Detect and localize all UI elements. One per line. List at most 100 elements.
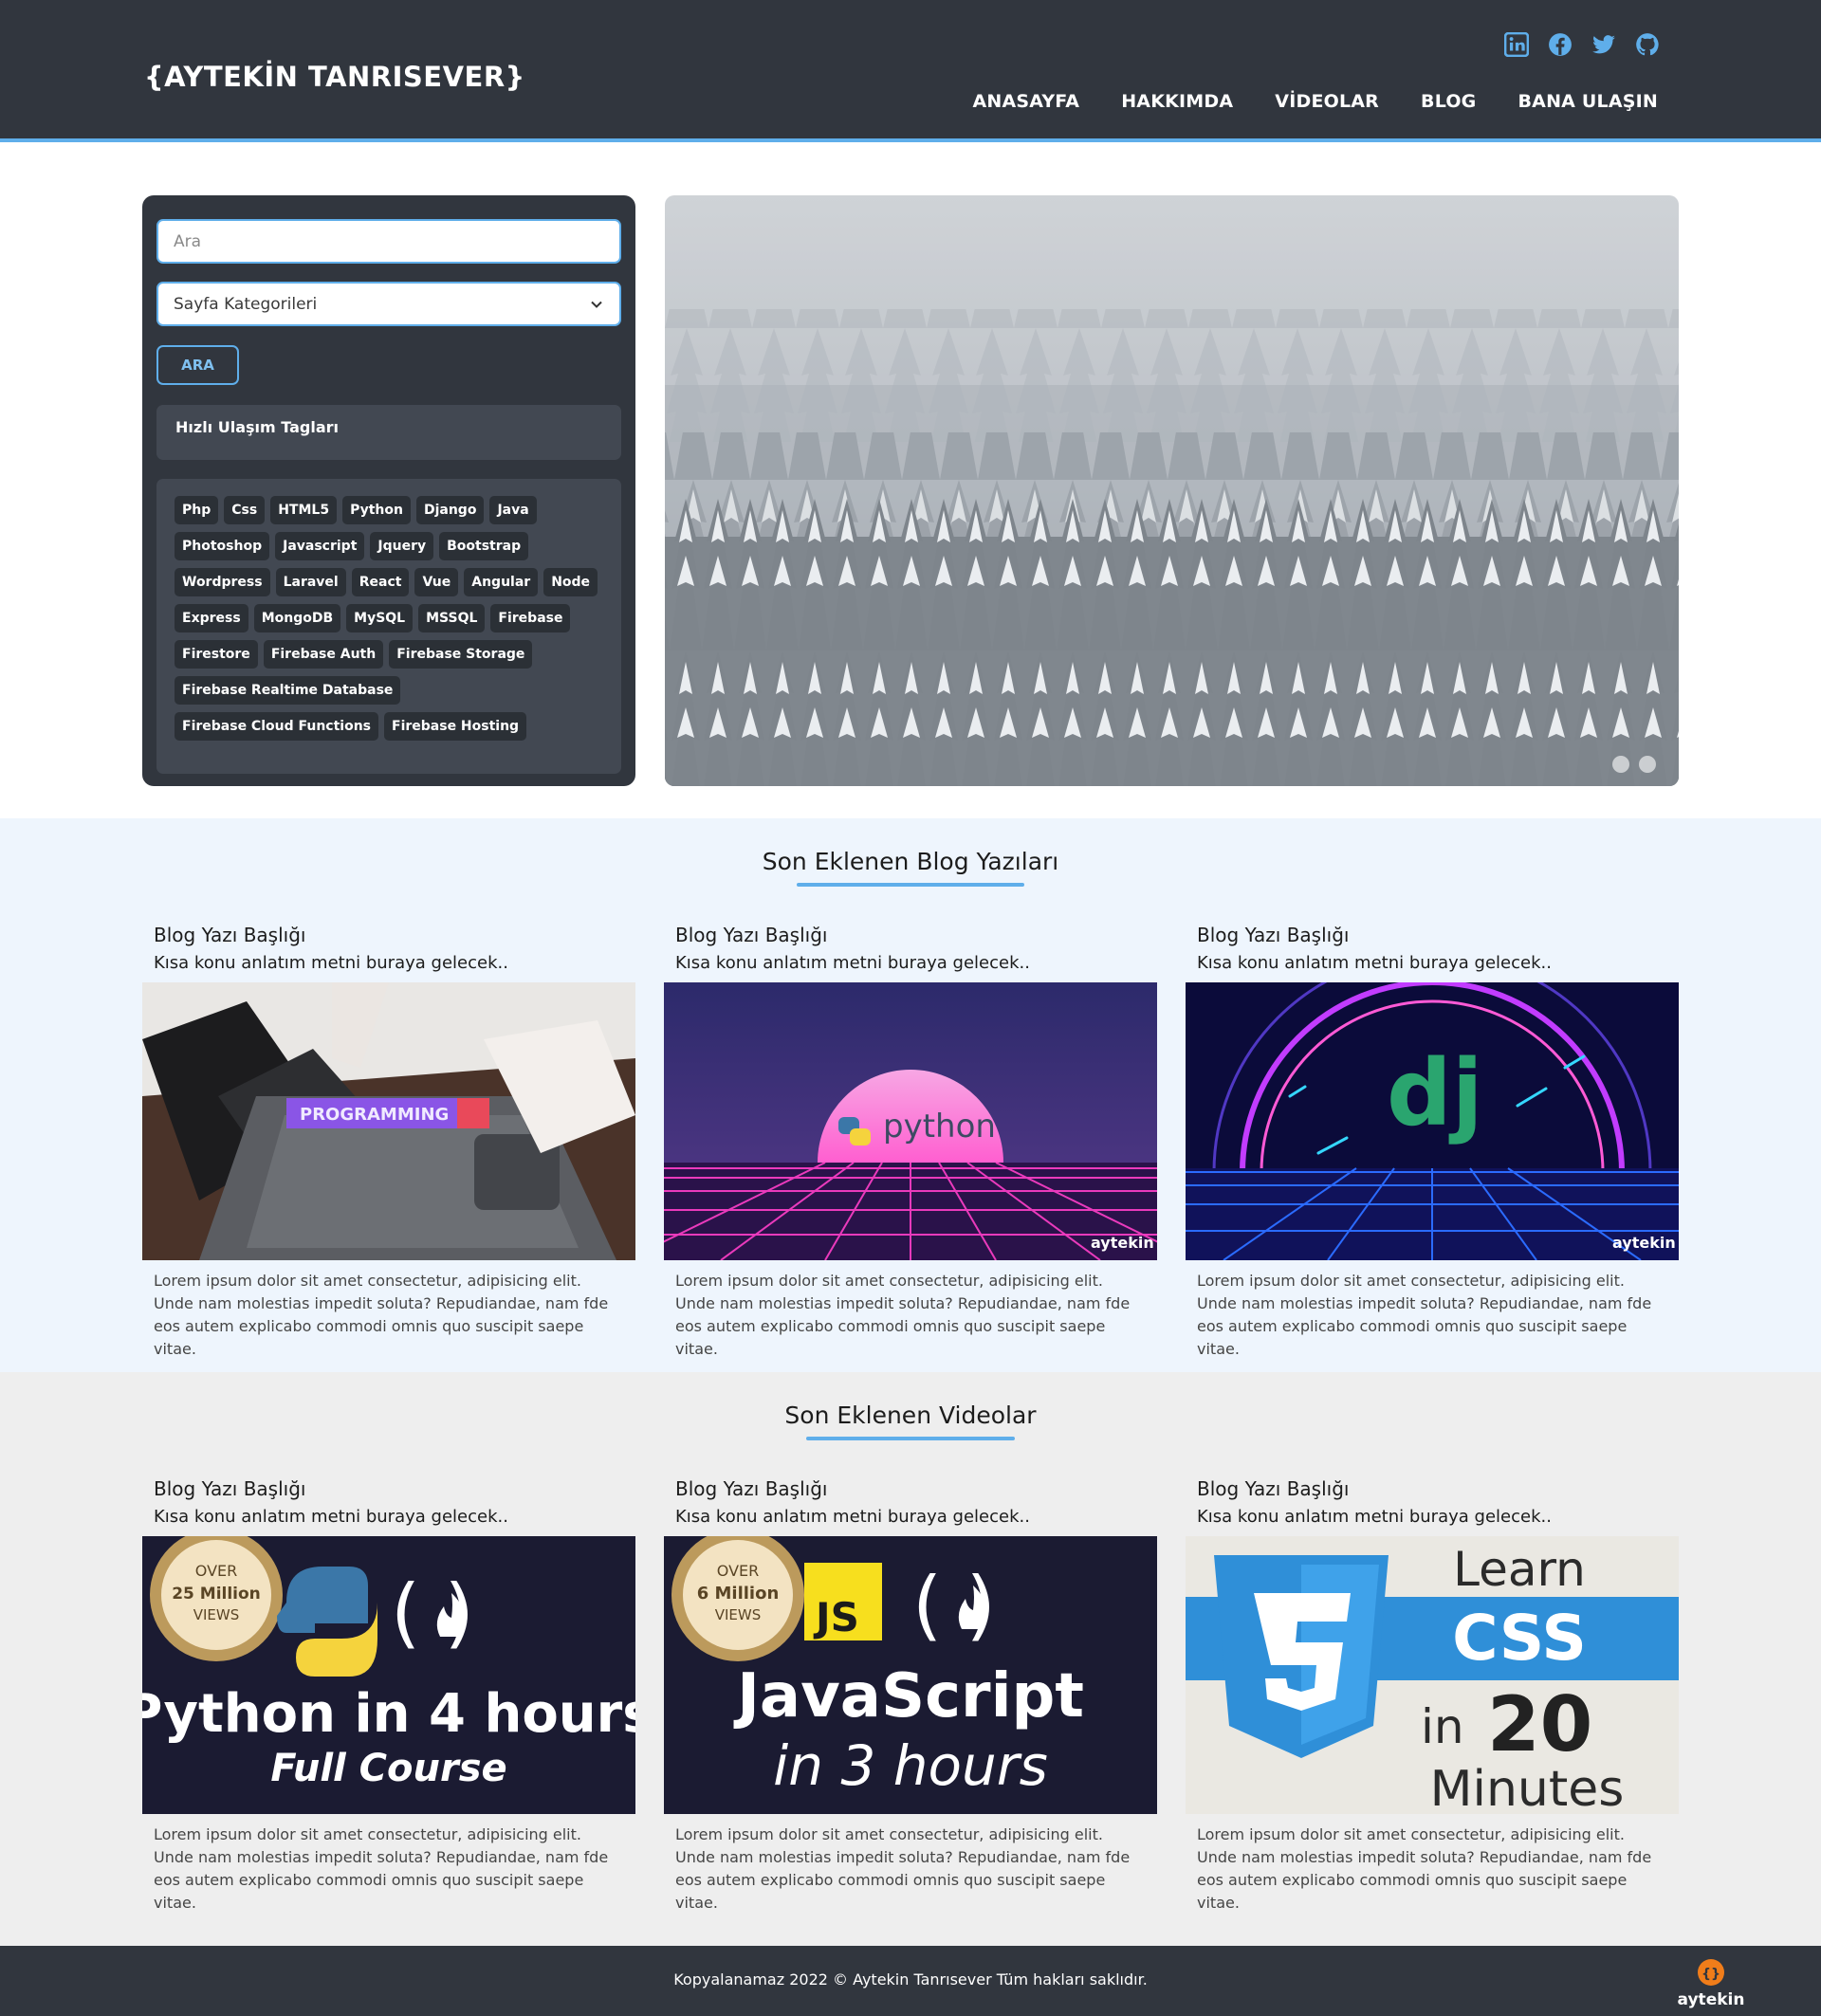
card-thumbnail[interactable]: PROGRAMMING xyxy=(142,982,635,1260)
category-select-value: Sayfa Kategorileri xyxy=(174,294,318,314)
tag-bootstrap[interactable]: Bootstrap xyxy=(439,532,529,560)
blog-cards: Blog Yazı Başlığı Kısa konu anlatım metn… xyxy=(142,923,1679,1361)
tag-jquery[interactable]: Jquery xyxy=(370,532,434,560)
tag-list: Php Css HTML5 Python Django Java Photosh… xyxy=(175,496,608,741)
nav-videolar[interactable]: VİDEOLAR xyxy=(1275,91,1379,112)
search-input[interactable] xyxy=(156,219,621,264)
slider-prev-dot[interactable] xyxy=(1612,756,1629,773)
tag-javascript[interactable]: Javascript xyxy=(275,532,365,560)
tag-firestore[interactable]: Firestore xyxy=(175,640,258,669)
tag-laravel[interactable]: Laravel xyxy=(275,568,346,596)
snowy-forest-image xyxy=(665,195,1679,786)
card-subtitle: Kısa konu anlatım metni buraya gelecek.. xyxy=(154,953,508,973)
card-thumbnail[interactable]: Learn CSS in 20 Minutes xyxy=(1186,1536,1679,1814)
card-thumbnail[interactable]: python aytekin xyxy=(664,982,1157,1260)
tag-php[interactable]: Php xyxy=(175,496,219,524)
tag-firebase[interactable]: Firebase xyxy=(490,604,571,632)
facebook-icon[interactable] xyxy=(1548,32,1573,57)
tag-css[interactable]: Css xyxy=(224,496,266,524)
nav-bana-ulasin[interactable]: BANA ULAŞIN xyxy=(1518,91,1658,112)
card-subtitle: Kısa konu anlatım metni buraya gelecek.. xyxy=(1197,953,1552,973)
tag-firebase-realtime-database[interactable]: Firebase Realtime Database xyxy=(175,676,401,705)
thumb-watermark: aytekin xyxy=(1091,1234,1154,1252)
github-icon[interactable] xyxy=(1635,32,1660,57)
video-section: Son Eklenen Videolar Blog Yazı Başlığı K… xyxy=(0,1372,1821,1946)
tag-mssql[interactable]: MSSQL xyxy=(418,604,486,632)
main-nav: ANASAYFA HAKKIMDA VİDEOLAR BLOG BANA ULA… xyxy=(972,91,1658,112)
blog-card[interactable]: Blog Yazı Başlığı Kısa konu anlatım metn… xyxy=(664,923,1157,1361)
thumb-line-1: Python in 4 hours xyxy=(142,1683,635,1745)
slider-next-dot[interactable] xyxy=(1639,756,1656,773)
nav-hakkimda[interactable]: HAKKIMDA xyxy=(1121,91,1233,112)
video-cards: Blog Yazı Başlığı Kısa konu anlatım metn… xyxy=(142,1476,1679,1915)
tags-panel: Php Css HTML5 Python Django Java Photosh… xyxy=(156,479,621,774)
card-title[interactable]: Blog Yazı Başlığı xyxy=(142,1476,635,1501)
linkedin-icon[interactable] xyxy=(1504,32,1529,57)
site-logo[interactable]: {AYTEKİN TANRISEVER} xyxy=(144,61,525,93)
video-card[interactable]: Blog Yazı Başlığı Kısa konu anlatım metn… xyxy=(1186,1476,1679,1915)
tag-firebase-hosting[interactable]: Firebase Hosting xyxy=(384,712,527,741)
twitter-icon[interactable] xyxy=(1591,32,1616,57)
tag-firebase-storage[interactable]: Firebase Storage xyxy=(389,640,533,669)
tag-mysql[interactable]: MySQL xyxy=(346,604,414,632)
tag-node[interactable]: Node xyxy=(543,568,598,596)
footer-logo[interactable]: {} aytekin xyxy=(1677,1953,1745,2010)
card-thumbnail[interactable]: OVER 25 Million VIEWS ( ) Python in 4 ho… xyxy=(142,1536,635,1814)
badge-line-3: VIEWS xyxy=(193,1606,240,1623)
category-select[interactable]: Sayfa Kategorileri xyxy=(156,282,621,326)
programming-laptop-image: PROGRAMMING xyxy=(142,982,635,1260)
blog-card[interactable]: Blog Yazı Başlığı Kısa konu anlatım metn… xyxy=(1186,923,1679,1361)
thumb-line-2: Full Course xyxy=(270,1747,506,1790)
tag-python[interactable]: Python xyxy=(342,496,411,524)
blog-section-title: Son Eklenen Blog Yazıları xyxy=(762,848,1059,875)
card-title[interactable]: Blog Yazı Başlığı xyxy=(142,923,635,947)
badge-line-3: VIEWS xyxy=(715,1606,762,1623)
card-title[interactable]: Blog Yazı Başlığı xyxy=(1186,923,1679,947)
django-synthwave-image: dj aytekin xyxy=(1186,982,1679,1260)
tag-html5[interactable]: HTML5 xyxy=(270,496,338,524)
nav-anasayfa[interactable]: ANASAYFA xyxy=(972,91,1079,112)
tag-react[interactable]: React xyxy=(351,568,410,596)
tag-photoshop[interactable]: Photoshop xyxy=(175,532,270,560)
tag-java[interactable]: Java xyxy=(489,496,537,524)
hero-section: Sayfa Kategorileri ARA Hızlı Ulaşım Tagl… xyxy=(0,142,1821,818)
sidebar-panel: Sayfa Kategorileri ARA Hızlı Ulaşım Tagl… xyxy=(142,195,635,786)
tag-django[interactable]: Django xyxy=(415,496,485,524)
card-title[interactable]: Blog Yazı Başlığı xyxy=(664,923,1157,947)
tag-firebase-auth[interactable]: Firebase Auth xyxy=(263,640,384,669)
nav-blog[interactable]: BLOG xyxy=(1421,91,1476,112)
tag-express[interactable]: Express xyxy=(175,604,248,632)
card-excerpt: Lorem ipsum dolor sit amet consectetur, … xyxy=(154,1272,609,1358)
video-section-title: Son Eklenen Videolar xyxy=(784,1402,1037,1429)
card-thumbnail[interactable]: dj aytekin xyxy=(1186,982,1679,1260)
thumb-line-2: CSS xyxy=(1452,1602,1587,1675)
thumb-watermark: aytekin xyxy=(1612,1234,1676,1252)
card-subtitle: Kısa konu anlatım metni buraya gelecek.. xyxy=(154,1507,508,1527)
tag-angular[interactable]: Angular xyxy=(464,568,539,596)
tag-firebase-cloud-functions[interactable]: Firebase Cloud Functions xyxy=(175,712,378,741)
search-button[interactable]: ARA xyxy=(156,345,239,385)
card-title[interactable]: Blog Yazı Başlığı xyxy=(1186,1476,1679,1501)
thumb-label: PROGRAMMING xyxy=(300,1105,449,1125)
video-card[interactable]: Blog Yazı Başlığı Kısa konu anlatım metn… xyxy=(142,1476,635,1915)
python-synthwave-image: python aytekin xyxy=(664,982,1157,1260)
card-thumbnail[interactable]: OVER 6 Million VIEWS JS ( ) JavaScript i… xyxy=(664,1536,1157,1814)
thumb-line-1: JavaScript xyxy=(733,1661,1084,1732)
tag-mongodb[interactable]: MongoDB xyxy=(253,604,341,632)
card-excerpt: Lorem ipsum dolor sit amet consectetur, … xyxy=(675,1825,1131,1912)
badge-line-2: 25 Million xyxy=(172,1585,261,1604)
thumb-line-4: 20 xyxy=(1487,1680,1592,1769)
thumb-line-3: in xyxy=(1421,1699,1464,1754)
badge-line-2: 6 Million xyxy=(697,1584,780,1604)
thumb-line-2: in 3 hours xyxy=(773,1733,1048,1798)
card-title[interactable]: Blog Yazı Başlığı xyxy=(664,1476,1157,1501)
tag-wordpress[interactable]: Wordpress xyxy=(175,568,270,596)
site-footer: Kopyalanamaz 2022 © Aytekin Tanrısever T… xyxy=(0,1946,1821,2016)
video-card[interactable]: Blog Yazı Başlığı Kısa konu anlatım metn… xyxy=(664,1476,1157,1915)
blog-title-underline xyxy=(797,883,1024,887)
blog-card[interactable]: Blog Yazı Başlığı Kısa konu anlatım metn… xyxy=(142,923,635,1361)
tags-heading: Hızlı Ulaşım Tagları xyxy=(156,405,621,460)
hero-slider[interactable] xyxy=(665,195,1679,786)
tag-vue[interactable]: Vue xyxy=(414,568,459,596)
slider-controls xyxy=(1612,756,1656,773)
